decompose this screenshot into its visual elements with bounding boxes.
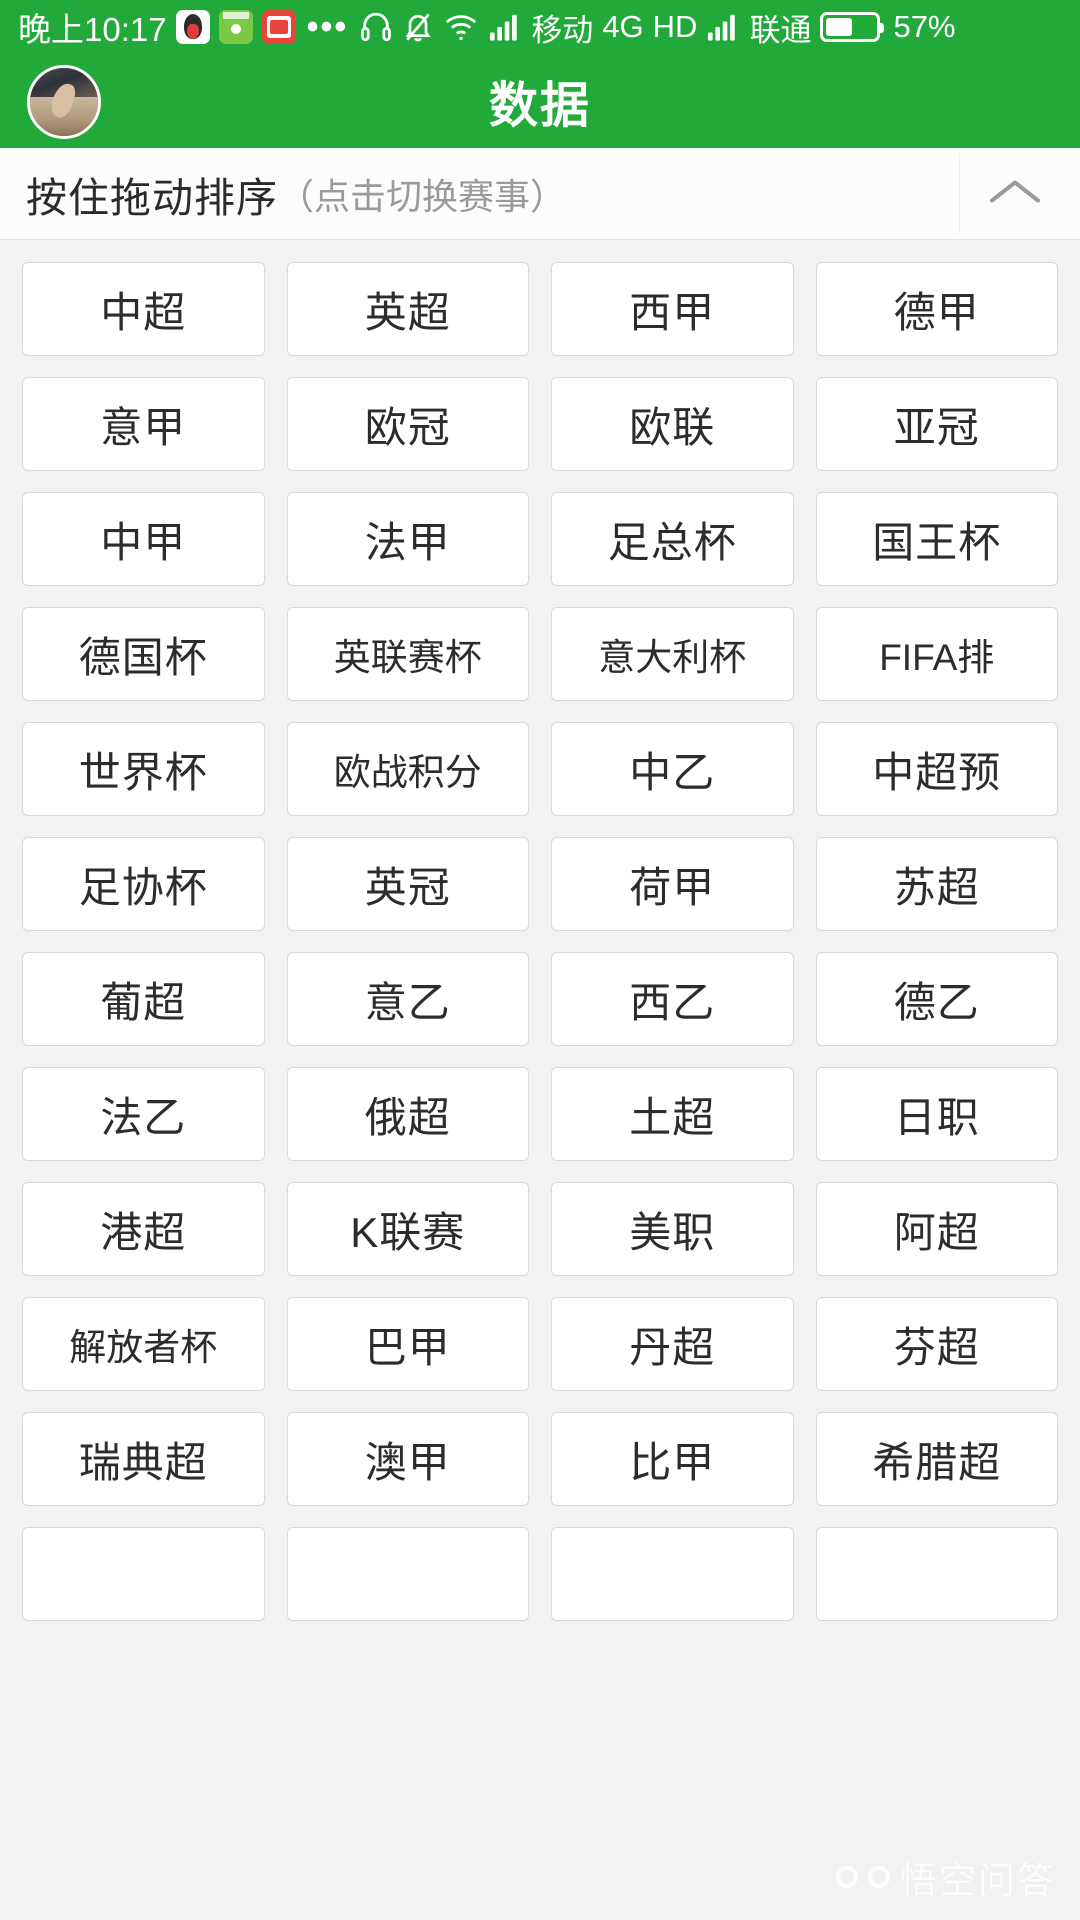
battery-icon	[820, 12, 885, 42]
page-title: 数据	[488, 78, 591, 133]
avatar[interactable]	[27, 65, 101, 139]
league-tile[interactable]	[815, 1527, 1058, 1621]
status-bar: 晚上10:17 ••• 移动 4G HD 联通 57%	[0, 0, 1080, 54]
league-tile[interactable]: 西乙	[551, 952, 794, 1046]
league-tile[interactable]: 足协杯	[22, 837, 265, 931]
league-tile[interactable]: 法乙	[22, 1067, 265, 1161]
league-tile[interactable]: 美职	[551, 1182, 794, 1276]
league-tile[interactable]: 希腊超	[815, 1412, 1058, 1506]
league-tile[interactable]: 中乙	[551, 722, 794, 816]
status-time: 晚上10:17	[18, 11, 167, 48]
league-tile[interactable]: 俄超	[286, 1067, 529, 1161]
league-tile[interactable]: FIFA排	[815, 607, 1058, 701]
league-tile[interactable]: 日职	[815, 1067, 1058, 1161]
battery-percent: 57%	[893, 9, 956, 44]
league-tile[interactable]: 瑞典超	[22, 1412, 265, 1506]
sort-header-label: 按住拖动排序	[26, 174, 278, 221]
league-tile[interactable]	[22, 1527, 265, 1621]
header-divider	[959, 154, 960, 233]
league-tile[interactable]: 意乙	[286, 952, 529, 1046]
league-tile[interactable]: 欧联	[551, 377, 794, 471]
signal-icon	[490, 14, 518, 41]
league-tile[interactable]: 国王杯	[815, 492, 1058, 586]
league-tile[interactable]	[551, 1527, 794, 1621]
league-tile[interactable]: 丹超	[551, 1297, 794, 1391]
league-tile[interactable]: 阿超	[815, 1182, 1058, 1276]
league-tile[interactable]: 德乙	[815, 952, 1058, 1046]
league-tile[interactable]: 巴甲	[286, 1297, 529, 1391]
league-tile[interactable]: 法甲	[286, 492, 529, 586]
app-header: 数据	[0, 54, 1080, 148]
green-app-icon	[218, 10, 253, 44]
league-tile[interactable]: 意大利杯	[551, 607, 794, 701]
league-tile[interactable]: 中超预	[815, 722, 1058, 816]
league-tile[interactable]: 足总杯	[551, 492, 794, 586]
league-tile[interactable]: 欧战积分	[286, 722, 529, 816]
league-tile[interactable]: 亚冠	[815, 377, 1058, 471]
league-tile[interactable]: 意甲	[22, 377, 265, 471]
league-tile[interactable]: K联赛	[286, 1182, 529, 1276]
league-tile[interactable]: 荷甲	[551, 837, 794, 931]
wifi-icon	[446, 15, 477, 41]
sort-header-hint: （点击切换赛事）	[278, 175, 567, 217]
league-tile[interactable]: 英超	[286, 262, 529, 356]
league-tile[interactable]: 芬超	[815, 1297, 1058, 1391]
league-tile[interactable]: 港超	[22, 1182, 265, 1276]
league-tile[interactable]: 西甲	[551, 262, 794, 356]
league-grid-container: 中超 英超 西甲 德甲意甲 欧冠 欧联 亚冠中甲 法甲 足总杯 国王杯德国杯 英联赛杯 意大利杯 FIF…	[0, 240, 1080, 1920]
league-tile[interactable]: 葡超	[22, 952, 265, 1046]
signal-icon-2	[708, 14, 736, 41]
carrier-name-2: 联通	[749, 12, 812, 48]
league-tile[interactable]: 中甲	[22, 492, 265, 586]
sort-header-row[interactable]: 按住拖动排序 （点击切换赛事）	[0, 148, 1080, 240]
more-notifications-icon: •••	[306, 8, 349, 46]
league-tile[interactable]: 德甲	[815, 262, 1058, 356]
league-tile[interactable]	[286, 1527, 529, 1621]
league-tile[interactable]: 澳甲	[286, 1412, 529, 1506]
league-tile[interactable]: 土超	[551, 1067, 794, 1161]
league-tile[interactable]: 比甲	[551, 1412, 794, 1506]
bell-off-icon	[405, 13, 431, 42]
league-tile[interactable]: 苏超	[815, 837, 1058, 931]
chevron-up-icon[interactable]	[986, 172, 1044, 215]
league-tile[interactable]: 欧冠	[286, 377, 529, 471]
hd-indicator: HD	[652, 9, 698, 44]
league-tile[interactable]: 世界杯	[22, 722, 265, 816]
league-tile[interactable]: 解放者杯	[22, 1297, 265, 1391]
battery-fill	[826, 18, 853, 36]
qq-icon	[175, 10, 210, 44]
headset-icon	[361, 12, 392, 42]
league-tile[interactable]: 英冠	[286, 837, 529, 931]
network-type: 4G	[602, 9, 644, 44]
toutiao-icon	[261, 10, 296, 44]
league-grid: 中超 英超 西甲 德甲意甲 欧冠 欧联 亚冠中甲 法甲 足总杯 国王杯德国杯 英联赛杯 意大利杯 FIF…	[22, 262, 1058, 1621]
carrier-name-1: 移动	[531, 12, 594, 48]
league-tile[interactable]: 中超	[22, 262, 265, 356]
league-tile[interactable]: 英联赛杯	[286, 607, 529, 701]
league-tile[interactable]: 德国杯	[22, 607, 265, 701]
